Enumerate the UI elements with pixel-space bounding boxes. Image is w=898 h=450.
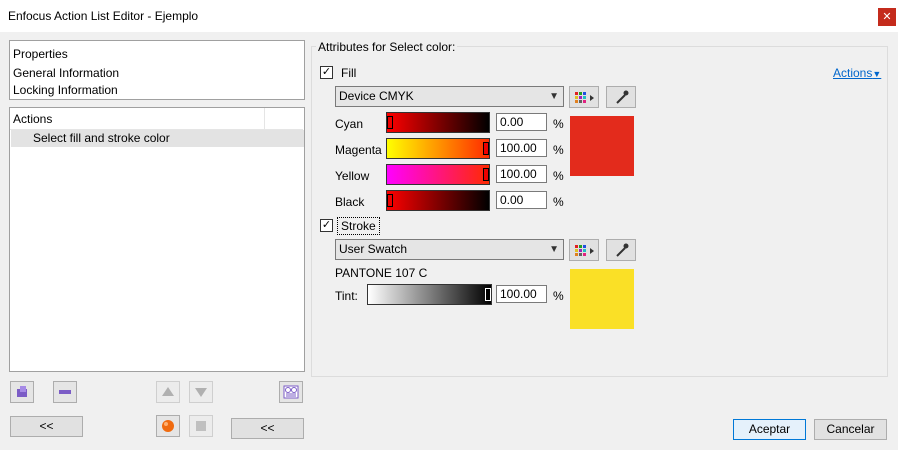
swatch-grid-icon xyxy=(575,245,594,256)
action-item-label: Select fill and stroke color xyxy=(33,131,170,145)
eyedropper-icon xyxy=(616,243,629,257)
collapse-right-button[interactable]: << xyxy=(231,418,304,439)
magenta-unit: % xyxy=(553,143,564,157)
cyan-unit: % xyxy=(553,117,564,131)
fill-color-preview xyxy=(570,116,634,176)
fill-label: Fill xyxy=(341,66,357,80)
tint-label: Tint: xyxy=(335,289,358,303)
magenta-slider-handle[interactable] xyxy=(483,142,489,155)
yellow-label: Yellow xyxy=(335,169,370,183)
stop-icon xyxy=(196,421,206,431)
fill-colorspace-select[interactable]: Device CMYK ▼ xyxy=(335,86,564,107)
cyan-input[interactable]: 0.00 xyxy=(496,113,547,131)
black-slider-handle[interactable] xyxy=(387,194,393,207)
actions-header-divider xyxy=(264,108,265,129)
cyan-slider[interactable] xyxy=(386,112,490,133)
eyedropper-icon xyxy=(616,90,629,104)
attributes-group-title: Attributes for Select color: xyxy=(316,40,458,54)
actions-link-label: Actions xyxy=(833,66,873,80)
action-row-selected[interactable]: Select fill and stroke color xyxy=(11,130,304,147)
properties-header: Properties xyxy=(13,47,68,61)
tint-unit: % xyxy=(553,289,564,303)
tint-slider[interactable] xyxy=(367,284,492,305)
actions-panel: Actions Select fill and stroke color xyxy=(9,107,305,372)
magenta-input[interactable]: 100.00 xyxy=(496,139,547,157)
cyan-label: Cyan xyxy=(335,117,364,131)
black-unit: % xyxy=(553,195,564,209)
black-label: Black xyxy=(335,195,365,209)
chevron-down-icon: ▼ xyxy=(549,244,559,255)
move-up-button[interactable] xyxy=(156,381,180,403)
dropdown-arrow-icon: ▼ xyxy=(872,69,882,79)
yellow-slider[interactable] xyxy=(386,164,490,185)
swatch-name: PANTONE 107 C xyxy=(335,266,428,280)
preview-button[interactable] xyxy=(279,381,303,403)
magenta-slider[interactable] xyxy=(386,138,490,159)
properties-item-locking[interactable]: Locking Information xyxy=(13,83,118,97)
actions-menu-link[interactable]: Actions▼ xyxy=(833,66,881,80)
fill-swatch-picker-button[interactable] xyxy=(569,86,599,108)
add-action-icon xyxy=(17,386,27,397)
check-icon: ✓ xyxy=(321,219,332,231)
record-icon xyxy=(162,420,174,432)
yellow-input[interactable]: 100.00 xyxy=(496,165,547,183)
fill-checkbox[interactable]: ✓ xyxy=(320,66,333,79)
move-down-button[interactable] xyxy=(189,381,213,403)
yellow-unit: % xyxy=(553,169,564,183)
glasses-icon xyxy=(283,385,299,399)
stroke-colorspace-value: User Swatch xyxy=(339,242,408,256)
stroke-eyedropper-button[interactable] xyxy=(606,239,636,261)
record-button[interactable] xyxy=(156,415,180,437)
black-input[interactable]: 0.00 xyxy=(496,191,547,209)
close-icon: ✕ xyxy=(882,11,892,23)
cyan-slider-handle[interactable] xyxy=(387,116,393,129)
properties-panel: Properties General Information Locking I… xyxy=(9,40,305,100)
fill-eyedropper-button[interactable] xyxy=(606,86,636,108)
tint-slider-handle[interactable] xyxy=(485,288,491,301)
add-action-button[interactable] xyxy=(10,381,34,403)
close-button[interactable]: ✕ xyxy=(878,8,896,26)
black-slider[interactable] xyxy=(386,190,490,211)
stop-button[interactable] xyxy=(189,415,213,437)
actions-header: Actions xyxy=(13,112,53,126)
magenta-label: Magenta xyxy=(335,143,382,157)
collapse-left-button[interactable]: << xyxy=(10,416,83,437)
swatch-grid-icon xyxy=(575,92,594,103)
cancel-button[interactable]: Cancelar xyxy=(814,419,887,440)
arrow-down-icon xyxy=(195,388,207,397)
yellow-slider-handle[interactable] xyxy=(483,168,489,181)
stroke-color-preview xyxy=(570,269,634,329)
accept-button[interactable]: Aceptar xyxy=(733,419,806,440)
minus-icon xyxy=(59,390,71,394)
stroke-colorspace-select[interactable]: User Swatch ▼ xyxy=(335,239,564,260)
window-title: Enfocus Action List Editor - Ejemplo xyxy=(8,9,199,23)
stroke-swatch-picker-button[interactable] xyxy=(569,239,599,261)
stroke-label: Stroke xyxy=(337,217,380,235)
tint-input[interactable]: 100.00 xyxy=(496,285,547,303)
fill-colorspace-value: Device CMYK xyxy=(339,89,414,103)
remove-action-button[interactable] xyxy=(53,381,77,403)
check-icon: ✓ xyxy=(321,66,332,78)
chevron-down-icon: ▼ xyxy=(549,91,559,102)
properties-item-general[interactable]: General Information xyxy=(13,66,119,80)
arrow-up-icon xyxy=(162,387,174,396)
stroke-checkbox[interactable]: ✓ xyxy=(320,219,333,232)
